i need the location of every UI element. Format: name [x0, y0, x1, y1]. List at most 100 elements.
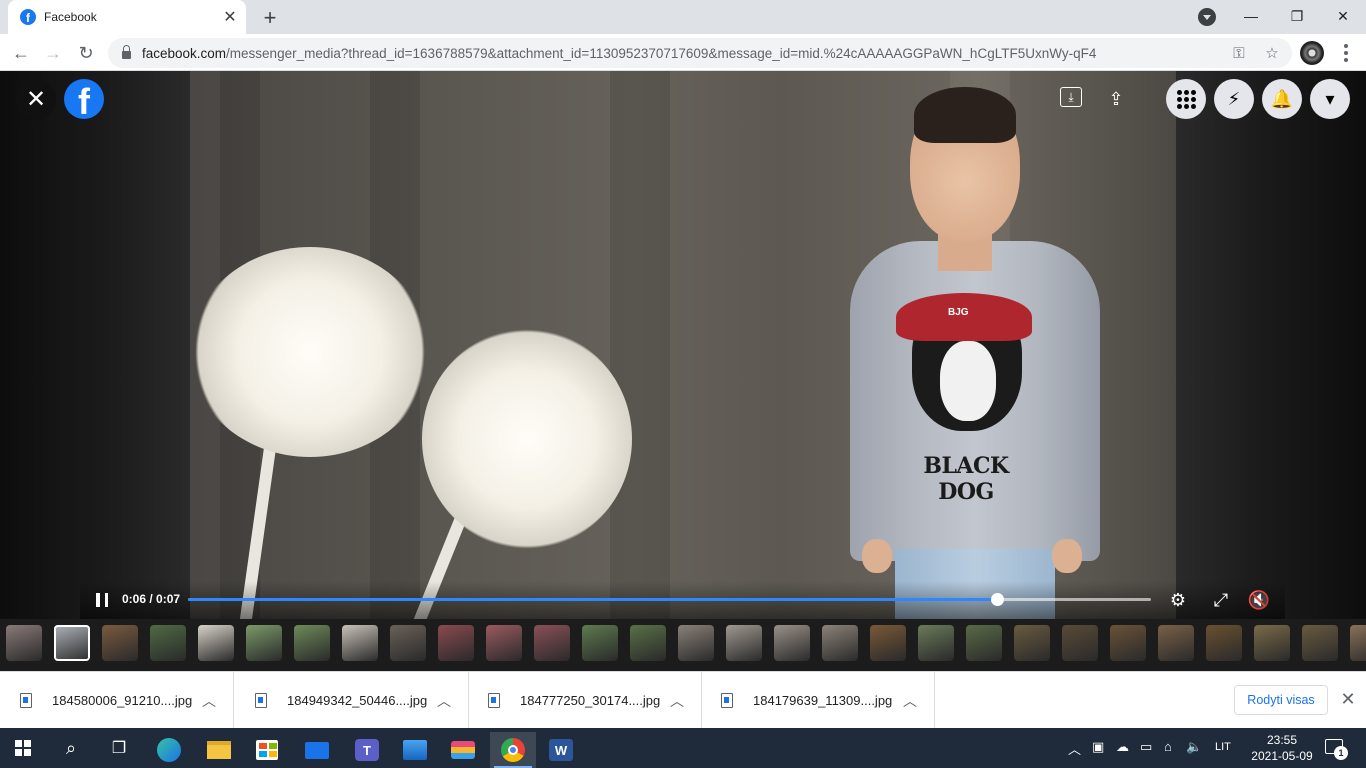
word-app-icon[interactable]: W [538, 732, 584, 768]
chrome-app-icon[interactable] [490, 732, 536, 768]
show-all-downloads-button[interactable]: Rodyti visas [1234, 685, 1328, 715]
media-thumbnail[interactable] [6, 625, 42, 661]
restore-button[interactable]: ❐ [1283, 4, 1311, 28]
media-thumbnail[interactable] [102, 625, 138, 661]
taskbar-clock[interactable]: 23:55 2021-05-09 [1250, 732, 1314, 764]
file-explorer-icon[interactable] [196, 732, 242, 768]
facebook-favicon-icon: f [20, 9, 36, 25]
media-thumbnail[interactable] [1302, 625, 1338, 661]
shirt-text: BLACK DOG [923, 453, 1009, 505]
fullscreen-icon[interactable]: ⤢ [1210, 589, 1232, 611]
notifications-button[interactable]: 🔔 [1262, 79, 1302, 119]
video-frame[interactable]: BJG BLACK DOG [190, 71, 1176, 619]
teams-icon[interactable]: T [344, 732, 390, 768]
tray-language[interactable]: LIT [1215, 741, 1231, 753]
media-thumbnail[interactable] [294, 625, 330, 661]
settings-gear-icon[interactable]: ⚙ [1167, 589, 1189, 611]
boy-hand-left [862, 539, 892, 573]
media-thumbnail[interactable] [390, 625, 426, 661]
tray-cloud-icon[interactable]: ☁ [1116, 739, 1129, 755]
cap-text: BJG [948, 307, 969, 318]
tab-search-icon[interactable] [1198, 8, 1216, 26]
media-thumbnail[interactable] [342, 625, 378, 661]
download-item[interactable]: 184179639_11309....jpg ︿ [701, 672, 935, 729]
url-omnibox[interactable]: facebook.com/messenger_media?thread_id=1… [108, 38, 1292, 68]
bookmark-star-icon[interactable]: ☆ [1263, 44, 1281, 62]
search-icon[interactable]: ⌕ [48, 728, 94, 768]
media-thumbnail[interactable] [582, 625, 618, 661]
media-thumbnail[interactable] [678, 625, 714, 661]
media-thumbnail[interactable] [630, 625, 666, 661]
tray-volume-icon[interactable]: 🔈 [1186, 739, 1202, 755]
tray-chevron-up-icon[interactable]: ︿ [1068, 739, 1081, 758]
download-frame-icon[interactable]: ⤓ [1060, 87, 1082, 107]
media-thumbnail[interactable] [246, 625, 282, 661]
browser-tab-facebook[interactable]: f Facebook ✕ [8, 0, 246, 34]
mute-icon[interactable]: 🔇 [1248, 589, 1270, 611]
profile-avatar[interactable] [1300, 41, 1324, 65]
reload-button[interactable]: ↻ [73, 40, 99, 66]
pause-button[interactable] [96, 593, 108, 607]
tray-meet-icon[interactable]: ▣ [1092, 739, 1104, 755]
chevron-up-icon[interactable]: ︿ [667, 691, 687, 711]
chevron-up-icon[interactable]: ︿ [199, 691, 219, 711]
lock-icon[interactable] [122, 45, 131, 59]
browser-menu-icon[interactable] [1336, 42, 1356, 64]
forward-button[interactable]: → [40, 40, 66, 66]
mail-icon[interactable] [294, 732, 340, 768]
media-thumbnail[interactable] [822, 625, 858, 661]
photos-icon[interactable] [392, 732, 438, 768]
media-thumbnail[interactable] [1206, 625, 1242, 661]
close-shelf-icon[interactable]: ✕ [1338, 689, 1358, 709]
media-thumbnail[interactable] [1110, 625, 1146, 661]
media-thumbnail[interactable] [726, 625, 762, 661]
download-item[interactable]: 184777250_30174....jpg ︿ [468, 672, 702, 729]
progress-track[interactable] [188, 593, 1151, 606]
media-thumbnail[interactable] [870, 625, 906, 661]
menu-grid-button[interactable] [1166, 79, 1206, 119]
media-thumbnail[interactable] [1350, 625, 1366, 661]
browser-tab-bar: f Facebook ✕ + — ❐ ✕ [0, 0, 1366, 34]
download-item[interactable]: 184949342_50446....jpg ︿ [235, 672, 469, 729]
facebook-logo[interactable]: f [64, 79, 104, 119]
tab-title: Facebook [44, 10, 97, 24]
media-thumbnail[interactable] [1014, 625, 1050, 661]
media-thumbnail[interactable] [1158, 625, 1194, 661]
share-icon[interactable]: ⇪ [1104, 87, 1128, 111]
download-item[interactable]: 184580006_91210....jpg ︿ [0, 672, 234, 729]
media-thumbnail[interactable] [54, 625, 90, 661]
minimize-button[interactable]: — [1237, 4, 1265, 28]
window-close-button[interactable]: ✕ [1329, 4, 1357, 28]
chevron-up-icon[interactable]: ︿ [900, 691, 920, 711]
back-button[interactable]: ← [8, 40, 34, 66]
progress-knob[interactable] [990, 593, 1004, 606]
media-thumbnail[interactable] [774, 625, 810, 661]
account-menu-button[interactable]: ▾ [1310, 79, 1350, 119]
new-tab-button[interactable]: + [258, 5, 282, 30]
media-thumbnail[interactable] [918, 625, 954, 661]
start-button[interactable] [0, 728, 46, 768]
windows-logo-icon [15, 740, 31, 756]
media-thumbnail[interactable] [966, 625, 1002, 661]
edge-app-icon[interactable] [146, 732, 192, 768]
media-thumbnail[interactable] [1254, 625, 1290, 661]
messenger-button[interactable]: ⚡ [1214, 79, 1254, 119]
store-icon[interactable] [244, 732, 290, 768]
media-thumbnail[interactable] [534, 625, 570, 661]
curtain-fold [610, 71, 670, 619]
tab-close-icon[interactable]: ✕ [220, 7, 240, 27]
tray-network-icon[interactable]: ⌂ [1164, 739, 1172, 754]
media-thumbnail[interactable] [198, 625, 234, 661]
media-thumbnail[interactable] [150, 625, 186, 661]
media-thumbnail[interactable] [438, 625, 474, 661]
media-thumbnail[interactable] [1062, 625, 1098, 661]
messenger-icon: ⚡ [1227, 88, 1241, 109]
url-text[interactable]: facebook.com/messenger_media?thread_id=1… [142, 46, 1096, 61]
chevron-up-icon[interactable]: ︿ [434, 691, 454, 711]
tray-battery-icon[interactable]: ▭ [1140, 739, 1152, 755]
task-view-icon[interactable]: ❐ [96, 728, 142, 768]
key-icon[interactable]: ⚿ [1230, 44, 1248, 62]
stacked-app-icon[interactable] [440, 732, 486, 768]
media-thumbnail[interactable] [486, 625, 522, 661]
close-viewer-button[interactable]: ✕ [16, 79, 56, 119]
